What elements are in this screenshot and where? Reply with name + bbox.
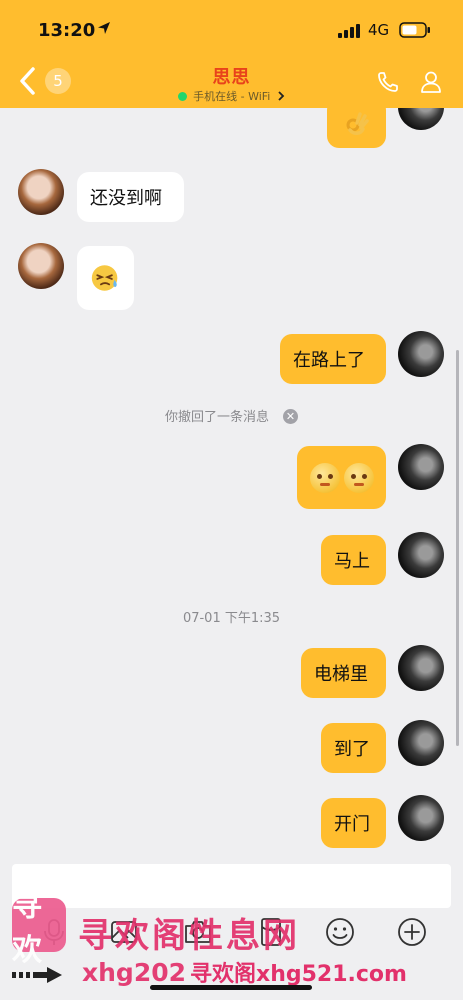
online-dot-icon <box>178 91 188 101</box>
message-bubble-outgoing[interactable]: 在路上了 <box>280 334 386 384</box>
my-avatar[interactable] <box>398 444 444 490</box>
watermark-text: xhg202 <box>82 958 187 987</box>
network-type: 4G <box>368 21 390 39</box>
close-icon[interactable]: ✕ <box>283 409 298 424</box>
watermark-text: 寻欢阁性息网 <box>78 916 300 956</box>
message-text: 还没到啊 <box>90 188 162 209</box>
message-text: 在路上了 <box>293 350 365 371</box>
message-bubble-incoming[interactable]: 还没到啊 <box>77 172 184 222</box>
pleading-face-emoji-icon <box>343 462 374 493</box>
message-text: 电梯里 <box>314 664 368 685</box>
arrow-right-icon <box>12 967 62 983</box>
message-bubble-outgoing[interactable]: 电梯里 <box>301 648 386 698</box>
message-bubble-outgoing[interactable] <box>297 446 386 509</box>
recall-notice-text: 你撤回了一条消息 <box>164 410 269 425</box>
my-avatar[interactable] <box>398 795 444 841</box>
location-arrow-icon <box>98 22 110 34</box>
message-text: 到了 <box>334 739 370 760</box>
message-bubble-outgoing[interactable]: 到了 <box>321 723 386 773</box>
status-time: 13:20 <box>38 20 96 41</box>
contact-avatar[interactable] <box>18 169 64 215</box>
emoji-icon[interactable] <box>324 916 356 948</box>
signal-bars-icon <box>338 24 360 38</box>
watermark-text: 寻欢阁xhg521.com <box>190 962 407 987</box>
my-avatar[interactable] <box>398 532 444 578</box>
sweat-face-emoji-icon <box>91 265 118 291</box>
home-indicator <box>150 985 312 990</box>
my-avatar[interactable] <box>398 331 444 377</box>
message-text: 开门 <box>334 814 370 835</box>
message-bubble-outgoing[interactable]: 开门 <box>321 798 386 848</box>
message-bubble-incoming[interactable] <box>77 246 134 310</box>
pleading-face-emoji-icon <box>309 462 340 493</box>
plus-icon[interactable] <box>396 916 428 948</box>
chat-scrollbar[interactable] <box>456 350 459 746</box>
chat-header: 13:20 4G 5 思思 手机在线 - WiFi <box>0 0 463 108</box>
ok-hand-emoji-icon <box>346 112 369 135</box>
profile-icon[interactable] <box>420 70 442 94</box>
watermark-logo: 寻欢 <box>12 889 66 968</box>
contact-avatar[interactable] <box>18 243 64 289</box>
recall-notice: 你撤回了一条消息 ✕ <box>0 406 463 425</box>
phone-call-icon[interactable] <box>376 70 400 94</box>
my-avatar[interactable] <box>398 645 444 691</box>
timestamp: 07-01 下午1:35 <box>182 611 281 626</box>
my-avatar[interactable] <box>398 720 444 766</box>
message-text: 马上 <box>334 551 370 572</box>
message-input[interactable] <box>12 864 451 908</box>
presence-text: 手机在线 - WiFi <box>193 90 271 103</box>
battery-icon <box>399 22 430 38</box>
chevron-right-icon <box>278 91 285 101</box>
message-bubble-outgoing[interactable]: 马上 <box>321 535 386 585</box>
